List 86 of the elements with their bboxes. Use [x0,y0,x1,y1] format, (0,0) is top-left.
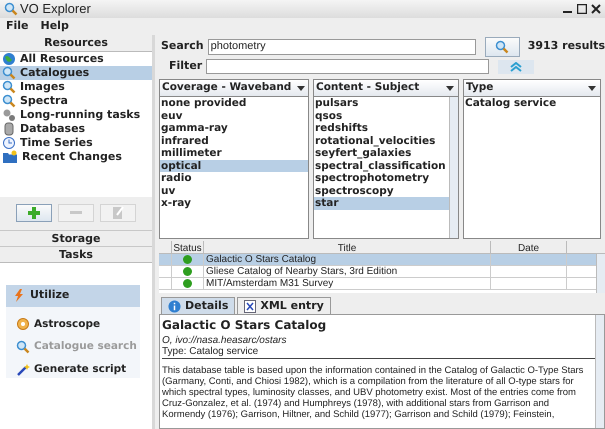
table-cell: MIT/Amsterdam M31 Survey [204,278,491,289]
filter-field[interactable] [206,59,490,74]
facet-option[interactable]: qsos [314,110,449,122]
facet-option[interactable]: Catalog service [464,97,600,110]
menu-item[interactable]: File [6,18,29,35]
column-header[interactable]: Title [204,241,491,253]
facet-option[interactable]: star [314,197,449,210]
filter-label: Filter [169,58,202,74]
dropdown-arrow-icon [588,86,596,90]
scrollbar[interactable] [595,315,604,428]
table-cell: Galactic O Stars Catalog [204,254,491,265]
facet-option[interactable]: radio [160,172,308,184]
plus-icon [27,206,41,220]
table-cell: Gliese Catalog of Nearby Stars, 3rd Edition [204,266,491,277]
collapse-button[interactable] [498,60,534,74]
scrollbar[interactable] [449,97,458,238]
facet-option[interactable]: redshifts [314,122,449,134]
facet-option[interactable]: none provided [160,97,308,110]
gears-icon [2,108,16,122]
search-icon [2,66,16,80]
task-link[interactable]: Astroscope [16,316,140,332]
lightning-icon [14,289,24,302]
facet-option[interactable]: optical [160,160,308,172]
sidebar-item[interactable]: Long-running tasks [0,108,152,122]
facet-dropdown[interactable]: Type [463,79,601,97]
search-icon [495,40,510,54]
identifier-text: O, ivo://nasa.heasarc/ostars [162,335,288,346]
sidebar-item[interactable]: Catalogues [0,66,152,80]
double-up-arrow-icon [510,62,522,72]
edit-icon [112,206,124,220]
facet-option[interactable]: spectrophotometry [314,172,449,184]
search-field[interactable]: photometry [208,38,476,54]
facet-option[interactable]: uv [160,184,308,197]
table-row[interactable]: Gliese Catalog of Nearby Stars, 3rd Edition [159,266,596,278]
sidebar-item[interactable]: Databases [0,122,152,136]
type-text: Type: Catalog service [162,346,260,357]
folder-icon [2,150,18,164]
window-title: VO Explorer [20,0,91,18]
dropdown-arrow-icon [446,86,454,90]
tab[interactable]: XML entry [237,297,331,314]
close-icon[interactable] [591,4,601,14]
menu-item[interactable]: Help [40,18,69,35]
dropdown-arrow-icon [297,86,306,90]
column-header[interactable]: Date [491,241,567,253]
facet-option[interactable]: infrared [160,134,308,147]
search-label: Search [161,38,204,54]
facet-option[interactable]: seyfert_galaxies [314,147,449,160]
facet-option[interactable]: euv [160,110,308,122]
wand-icon [16,362,30,377]
sidebar-item[interactable]: All Resources [0,52,152,66]
sidebar-item[interactable]: Time Series [0,136,152,150]
table-row[interactable]: Galactic O Stars Catalog [159,254,596,266]
tab[interactable]: Details [161,297,236,314]
facet-option[interactable]: pulsars [314,97,449,110]
search-icon [16,340,30,354]
section-header[interactable]: Storage [0,230,152,246]
description-text: This database table is based upon the information contained in the Catalog of Galactic O-Type Stars (Garmany, Conti, and Chiosi 1982), which is a compilation from the literature of all O-type stars for which spectral types, luminosity classes, and UBV photometry exist. Most of the entries come from Cruz-Gonzalez, et al. (1974) and Humphreys (1978), with additional stars from Garrison and Kormendy (1976); Garrison, Hiltner, and Schild (1977); Garrison and Schild (1979); Feinstein, [162,365,584,420]
facet-option[interactable]: spectroscopy [314,184,449,197]
facet-option[interactable]: spectral_classification [314,160,449,172]
scrollbar[interactable] [596,254,605,293]
facet-option[interactable]: rotational_velocities [314,134,449,147]
clock-icon [2,136,16,150]
facet-dropdown[interactable]: Content - Subject [313,79,459,97]
column-header[interactable]: Status [171,241,204,253]
sidebar-item[interactable]: Recent Changes [0,150,152,164]
task-group-header[interactable]: Utilize [6,284,140,306]
facet-dropdown[interactable]: Coverage - Waveband [159,79,309,97]
sidebar-item[interactable]: Images [0,80,152,94]
search-button[interactable] [484,36,520,56]
database-icon [2,122,16,136]
sidebar-item[interactable]: Spectra [0,94,152,108]
search-icon [2,94,16,108]
details-heading: Galactic O Stars Catalog [162,318,328,332]
telescope-icon [16,317,30,332]
search-icon [4,2,18,16]
minus-icon [70,211,82,215]
search-icon [2,80,16,94]
facet-option[interactable]: x-ray [160,197,308,210]
facet-option[interactable]: gamma-ray [160,122,308,134]
facet-option[interactable]: millimeter [160,147,308,160]
table-row[interactable]: MIT/Amsterdam M31 Survey [159,278,596,290]
globe-icon [2,52,16,66]
maximize-icon[interactable] [577,4,587,14]
add-button[interactable] [16,204,52,222]
result-count: 3913 results [528,38,605,54]
task-link[interactable]: Generate script [16,362,140,378]
